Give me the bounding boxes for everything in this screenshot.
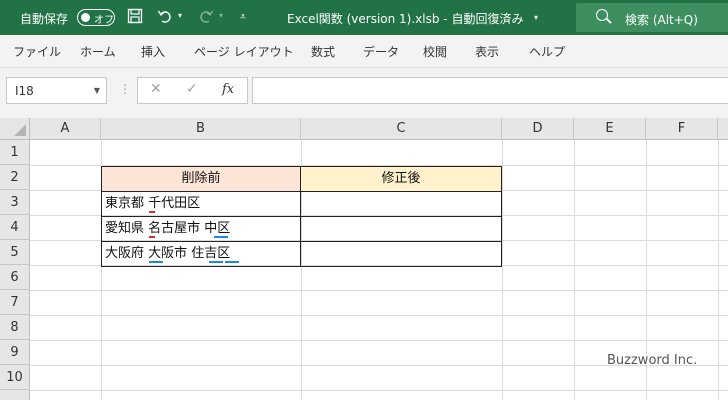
autosave-label: 自動保存 <box>20 12 69 26</box>
cell-b2[interactable]: 削除前 <box>101 166 301 192</box>
tab-data[interactable]: データ <box>363 43 399 60</box>
formula-buttons: ✕ ✓ fx <box>137 77 248 104</box>
row-header-8[interactable]: 8 <box>0 315 30 340</box>
cell-b4[interactable]: 愛知県 名古屋市 中区 <box>101 217 301 242</box>
watermark: Buzzword Inc. <box>607 353 698 368</box>
fullwidth-space-mark <box>214 236 228 238</box>
column-header-b[interactable]: B <box>101 118 301 140</box>
gridline <box>30 390 728 391</box>
row-header-2[interactable]: 2 <box>0 165 30 190</box>
cell-c2[interactable]: 修正後 <box>301 166 502 192</box>
tab-review[interactable]: 校閲 <box>423 43 447 60</box>
row-header-11-partial[interactable] <box>0 390 30 400</box>
insert-function-icon[interactable]: fx <box>222 82 234 97</box>
ribbon-tabs: ファイル ホーム 挿入 ページ レイアウト 数式 データ 校閲 表示 ヘルプ <box>0 35 728 68</box>
tab-help[interactable]: ヘルプ <box>529 43 565 60</box>
toggle-knob <box>81 13 90 22</box>
halfwidth-space-mark <box>149 236 155 238</box>
column-header-g-partial[interactable] <box>718 118 728 140</box>
fullwidth-space-mark <box>225 261 239 263</box>
document-title: Excel関数 (version 1).xlsb - 自動回復済み <box>287 12 524 26</box>
cell-c3[interactable] <box>301 192 502 217</box>
tab-formulas[interactable]: 数式 <box>311 43 335 60</box>
row-header-3[interactable]: 3 <box>0 190 30 215</box>
row-header-7[interactable]: 7 <box>0 290 30 315</box>
gridline <box>574 140 575 400</box>
column-header-f[interactable]: F <box>646 118 718 140</box>
column-header-e[interactable]: E <box>574 118 646 140</box>
tab-insert[interactable]: 挿入 <box>141 43 165 60</box>
tab-home[interactable]: ホーム <box>80 43 116 60</box>
row-header-6[interactable]: 6 <box>0 265 30 290</box>
cell-b5-text: 大阪府 大阪市 住吉区 <box>105 246 231 261</box>
save-icon[interactable] <box>124 8 146 28</box>
search-box[interactable]: 検索 (Alt+Q) <box>576 3 728 32</box>
cell-b3[interactable]: 東京都 千代田区 <box>101 192 301 217</box>
title-bar: 自動保存 オフ ▾ ▾ ⩡ Excel関数 (version 1).xlsb -… <box>0 0 728 35</box>
tab-file[interactable]: ファイル <box>13 43 61 60</box>
fullwidth-space-mark <box>149 261 163 263</box>
row-header-10[interactable]: 10 <box>0 365 30 390</box>
column-header-c[interactable]: C <box>301 118 502 140</box>
search-text: 検索 (Alt+Q) <box>625 13 698 27</box>
undo-dropdown-icon[interactable]: ▾ <box>178 11 182 20</box>
customize-qat-icon[interactable]: ⩡ <box>232 8 254 26</box>
row-header-1[interactable]: 1 <box>0 140 30 165</box>
chevron-down-icon[interactable]: ▼ <box>94 86 100 95</box>
cancel-icon: ✕ <box>150 81 162 97</box>
gridline <box>30 340 728 341</box>
select-all-icon <box>14 124 26 136</box>
gridline <box>502 140 503 400</box>
tab-view[interactable]: 表示 <box>475 43 499 60</box>
enter-icon: ✓ <box>186 81 198 97</box>
cell-c4[interactable] <box>301 217 502 242</box>
row-header-5[interactable]: 5 <box>0 240 30 265</box>
fullwidth-space-mark <box>209 261 223 263</box>
name-box[interactable]: I18 ▼ <box>6 77 107 104</box>
formula-bar-grip-icon: ⋮ <box>119 82 131 96</box>
undo-icon[interactable] <box>154 8 176 28</box>
redo-icon <box>195 8 217 28</box>
tab-page-layout[interactable]: ページ レイアウト <box>194 43 294 60</box>
row-header-4[interactable]: 4 <box>0 215 30 240</box>
cell-b3-text: 東京都 千代田区 <box>105 196 201 211</box>
row-header-9[interactable]: 9 <box>0 340 30 365</box>
gridline <box>718 140 719 400</box>
autosave-toggle[interactable]: オフ <box>77 9 115 26</box>
column-header-d[interactable]: D <box>502 118 574 140</box>
cell-b5[interactable]: 大阪府 大阪市 住吉区 <box>101 242 301 267</box>
cell-b4-text: 愛知県 名古屋市 中区 <box>105 221 231 236</box>
formula-input[interactable] <box>252 77 728 104</box>
gridline <box>30 290 728 291</box>
halfwidth-space-mark <box>149 211 155 213</box>
chevron-down-icon[interactable]: ▾ <box>534 13 538 22</box>
gridline <box>30 315 728 316</box>
autosave-state: オフ <box>94 15 114 26</box>
cell-c5[interactable] <box>301 242 502 267</box>
name-box-value: I18 <box>15 84 34 98</box>
column-header-a[interactable]: A <box>30 118 101 140</box>
formula-bar-row: I18 ▼ ⋮ ✕ ✓ fx <box>0 68 728 118</box>
select-all-button[interactable] <box>0 118 30 140</box>
search-icon <box>596 9 608 21</box>
redo-dropdown-icon: ▾ <box>219 11 224 20</box>
